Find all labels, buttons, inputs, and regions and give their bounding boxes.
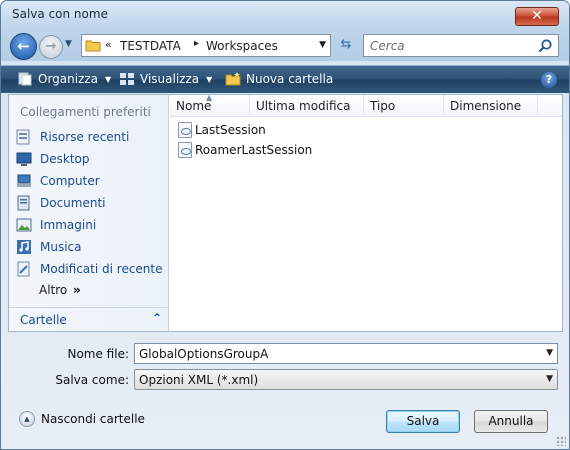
- browser-panel: Collegamenti preferiti Risorse recenti D…: [8, 93, 563, 332]
- chevron-up-icon[interactable]: ⌃: [152, 311, 162, 325]
- nav-item-label: Desktop: [40, 152, 90, 166]
- documents-icon: [17, 195, 30, 211]
- save-type-label: Salva come:: [55, 373, 129, 387]
- organize-dropdown-icon: ▼: [105, 74, 112, 84]
- desktop-icon: [16, 152, 32, 166]
- column-header-label: Tipo: [370, 99, 396, 113]
- folders-label: Cartelle: [20, 313, 67, 327]
- save-type-select[interactable]: Opzioni XML (*.xml) ▼: [134, 369, 558, 390]
- xml-file-icon: [178, 122, 192, 138]
- arrow-left-icon: ←: [17, 37, 30, 55]
- file-list: ▲ Nome Ultima modifica Tipo Dimensione L…: [170, 93, 562, 331]
- breadcrumb-separator[interactable]: ▸: [194, 38, 199, 49]
- folder-icon: [85, 40, 101, 52]
- file-row[interactable]: LastSession: [178, 121, 266, 139]
- filename-label: Nome file:: [67, 347, 129, 361]
- address-overflow-chevron[interactable]: «: [105, 38, 112, 51]
- hide-folders-label: Nascondi cartelle: [41, 412, 145, 426]
- column-header-label: Ultima modifica: [256, 99, 351, 113]
- computer-icon: [17, 174, 31, 187]
- search-placeholder: Cerca: [370, 39, 405, 53]
- chevron-down-icon[interactable]: ▼: [546, 374, 553, 384]
- organize-label: Organizza: [38, 72, 99, 86]
- back-button[interactable]: ←: [10, 33, 37, 60]
- pictures-icon: [16, 218, 32, 232]
- nav-item-label: Documenti: [40, 196, 106, 210]
- filename-field[interactable]: GlobalOptionsGroupA ▼: [134, 343, 558, 364]
- nav-item-pictures[interactable]: Immagini: [16, 215, 96, 235]
- search-input[interactable]: Cerca: [363, 34, 559, 57]
- cancel-button[interactable]: Annulla: [474, 410, 548, 433]
- arrow-right-icon: →: [45, 39, 57, 54]
- nav-item-documents[interactable]: Documenti: [16, 193, 106, 213]
- more-links[interactable]: Altro: [39, 283, 67, 297]
- nav-item-label: Immagini: [40, 218, 97, 232]
- column-header-modified[interactable]: Ultima modifica: [250, 95, 364, 117]
- resize-grip[interactable]: [556, 436, 566, 446]
- new-folder-icon: [225, 72, 241, 86]
- new-folder-button[interactable]: Nuova cartella: [225, 72, 333, 86]
- nav-item-recent-places[interactable]: Risorse recenti: [16, 127, 129, 147]
- chevron-up-icon: ▲: [19, 411, 35, 427]
- refresh-button[interactable]: ⇆: [336, 37, 356, 55]
- music-icon: [17, 240, 31, 254]
- file-name: LastSession: [195, 123, 266, 137]
- filename-value: GlobalOptionsGroupA: [139, 347, 269, 361]
- chevron-down-icon[interactable]: ▼: [546, 348, 553, 358]
- column-header-size[interactable]: Dimensione: [444, 95, 538, 117]
- nav-item-recently-changed[interactable]: Modificati di recente: [16, 259, 163, 279]
- column-header-label: Dimensione: [450, 99, 522, 113]
- file-row[interactable]: RoamerLastSession: [178, 141, 312, 159]
- file-name: RoamerLastSession: [195, 143, 313, 157]
- view-menu[interactable]: Visualizza ▼: [119, 72, 212, 86]
- nav-item-label: Risorse recenti: [40, 130, 130, 144]
- breadcrumb-testdata[interactable]: TESTDATA: [120, 39, 181, 53]
- nav-item-music[interactable]: Musica: [16, 237, 82, 257]
- organize-menu[interactable]: Organizza ▼: [17, 72, 111, 86]
- nav-item-label: Computer: [40, 174, 100, 188]
- save-type-value: Opzioni XML (*.xml): [139, 373, 259, 387]
- command-toolbar: Organizza ▼ Visualizza ▼ Nuova cartella …: [1, 65, 569, 93]
- window-title: Salva con nome: [12, 7, 108, 21]
- view-icon: [120, 73, 134, 85]
- refresh-icon: ⇆: [340, 37, 352, 52]
- navigation-pane: Collegamenti preferiti Risorse recenti D…: [9, 95, 169, 331]
- address-bar[interactable]: « TESTDATA ▸ Workspaces ▼: [81, 34, 331, 57]
- double-chevron-right-icon[interactable]: »: [73, 283, 81, 297]
- column-header-filler: [538, 95, 562, 117]
- address-dropdown-icon[interactable]: ▼: [319, 40, 326, 50]
- nav-item-label: Musica: [40, 240, 82, 254]
- forward-button[interactable]: →: [39, 35, 63, 59]
- xml-file-icon: [178, 142, 192, 158]
- title-bar: Salva con nome ✕: [1, 1, 569, 27]
- view-label: Visualizza: [140, 72, 200, 86]
- new-folder-label: Nuova cartella: [246, 72, 334, 86]
- view-dropdown-icon: ▼: [206, 74, 213, 84]
- search-icon[interactable]: [537, 38, 553, 54]
- folders-toggle[interactable]: Cartelle ⌃: [9, 307, 168, 331]
- hide-folders-button[interactable]: ▲ Nascondi cartelle: [19, 411, 145, 427]
- nav-item-computer[interactable]: Computer: [16, 171, 100, 191]
- breadcrumb-workspaces[interactable]: Workspaces: [206, 39, 278, 53]
- save-button[interactable]: Salva: [386, 410, 460, 433]
- sort-ascending-icon: ▲: [206, 93, 213, 102]
- column-header-name[interactable]: ▲ Nome: [170, 93, 250, 117]
- recent-places-icon: [16, 129, 30, 145]
- nav-item-desktop[interactable]: Desktop: [16, 149, 90, 169]
- save-as-dialog: Salva con nome ✕ ← → ▼ « TESTDATA ▸ Work…: [0, 0, 570, 450]
- organize-icon: [18, 72, 32, 86]
- column-header-type[interactable]: Tipo: [364, 95, 444, 117]
- nav-item-label: Modificati di recente: [40, 262, 163, 276]
- recently-changed-icon: [17, 261, 30, 277]
- close-button[interactable]: ✕: [515, 7, 559, 26]
- help-button[interactable]: ?: [541, 72, 557, 88]
- history-dropdown-icon[interactable]: ▼: [65, 39, 77, 53]
- favorite-links-header: Collegamenti preferiti: [20, 105, 151, 119]
